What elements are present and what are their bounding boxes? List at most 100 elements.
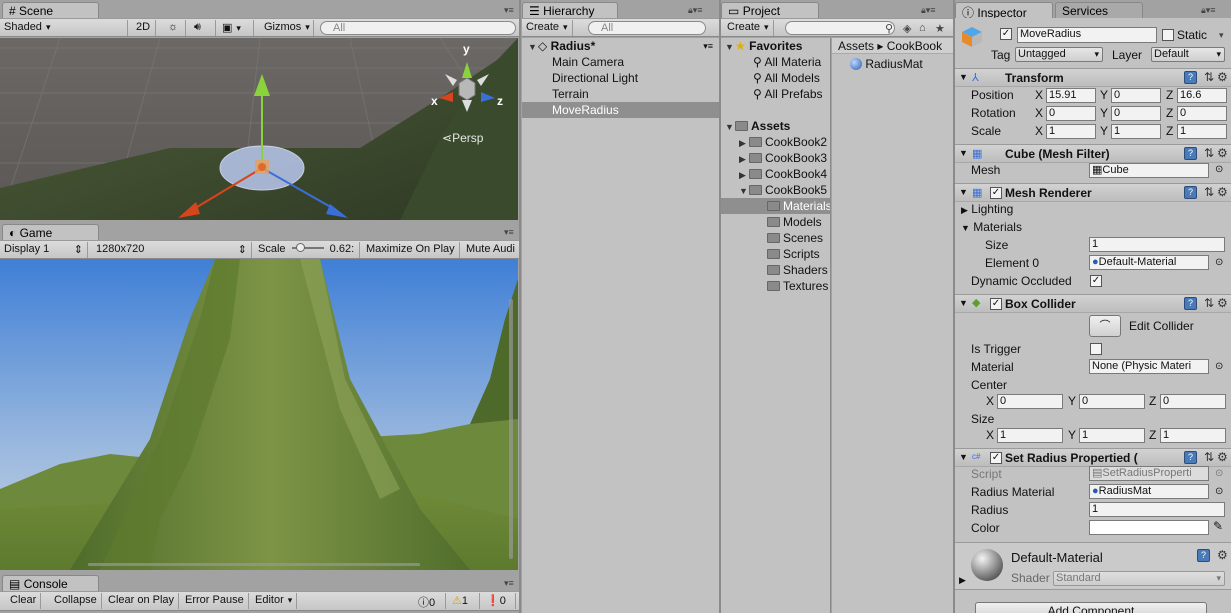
- eyedropper-icon[interactable]: ✎: [1213, 519, 1223, 533]
- edit-collider-button[interactable]: ⌒: [1089, 315, 1121, 337]
- position-x-field[interactable]: 15.91: [1046, 88, 1096, 103]
- element0-object-field[interactable]: ●Default-Material: [1089, 255, 1209, 270]
- hierarchy-item-selected[interactable]: MoveRadius: [522, 102, 719, 118]
- lighting-foldout[interactable]: ▶ Lighting: [961, 202, 1013, 217]
- collider-material-field[interactable]: None (Physic Materi: [1089, 359, 1209, 374]
- presets-icon[interactable]: ⇅: [1204, 296, 1214, 310]
- collapse-triangle-icon[interactable]: ▶: [739, 151, 749, 167]
- info-filter-toggle[interactable]: ⓘ0: [414, 593, 446, 609]
- subfolder-item[interactable]: Scripts: [721, 246, 830, 262]
- tab-project[interactable]: ▭ Project: [721, 2, 819, 19]
- file-item[interactable]: RadiusMat: [832, 56, 953, 72]
- panel-menu-icon[interactable]: ▾≡: [504, 227, 514, 238]
- filter-by-type-icon[interactable]: ⚲: [885, 22, 893, 35]
- center-z-field[interactable]: 0: [1160, 394, 1226, 409]
- expand-triangle-icon[interactable]: ▼: [959, 187, 968, 197]
- panel-divider[interactable]: [519, 0, 521, 613]
- object-picker-icon[interactable]: ⊙: [1215, 163, 1223, 177]
- mesh-renderer-header[interactable]: ▼ ▦ ✓ Mesh Renderer ? ⇅ ⚙: [955, 183, 1231, 202]
- mesh-renderer-enabled-checkbox[interactable]: ✓: [990, 187, 1002, 199]
- favorite-item[interactable]: ⚲ All Materia: [721, 54, 830, 70]
- editor-dropdown[interactable]: Editor: [251, 593, 298, 609]
- collapse-triangle-icon[interactable]: ▶: [959, 575, 966, 586]
- tag-icon[interactable]: ⌂: [919, 22, 926, 34]
- 2d-toggle[interactable]: 2D: [132, 20, 156, 36]
- audio-toggle-icon[interactable]: 🔊︎: [190, 20, 216, 36]
- scale-z-field[interactable]: 1: [1177, 124, 1227, 139]
- position-z-field[interactable]: 16.6: [1177, 88, 1227, 103]
- scene-viewport[interactable]: y x z ⋖Persp: [0, 38, 518, 220]
- lock-icon[interactable]: 🔒︎▾≡: [921, 5, 936, 16]
- center-x-field[interactable]: 0: [997, 394, 1063, 409]
- scale-slider[interactable]: Scale 0.62:: [254, 242, 360, 258]
- help-book-icon[interactable]: ?: [1184, 71, 1197, 84]
- persp-label[interactable]: ⋖Persp: [442, 131, 483, 145]
- script-component-header[interactable]: ▼ c# ✓ Set Radius Propertied ( ? ⇅ ⚙: [955, 448, 1231, 467]
- rotation-y-field[interactable]: 0: [1111, 106, 1161, 121]
- panel-menu-icon[interactable]: ▾≡: [504, 578, 514, 589]
- color-swatch-field[interactable]: [1089, 520, 1209, 535]
- error-pause-button[interactable]: Error Pause: [181, 593, 249, 609]
- expand-triangle-icon[interactable]: ▼: [528, 39, 538, 55]
- folder-item[interactable]: ▶ CookBook4: [721, 166, 830, 182]
- scale-x-field[interactable]: 1: [1046, 124, 1096, 139]
- is-trigger-checkbox[interactable]: [1090, 343, 1102, 355]
- console-clear-button[interactable]: Clear: [6, 593, 42, 609]
- subfolder-item[interactable]: Scenes: [721, 230, 830, 246]
- folder-item[interactable]: ▶ CookBook2: [721, 134, 830, 150]
- object-picker-icon[interactable]: ⊙: [1215, 360, 1223, 374]
- box-collider-header[interactable]: ▼ ◆ ✓ Box Collider ? ⇅ ⚙: [955, 294, 1231, 313]
- tab-inspector[interactable]: ⓘ Inspector: [955, 2, 1053, 20]
- assets-row[interactable]: ▼ Assets: [721, 118, 830, 134]
- layer-dropdown[interactable]: Default ▾: [1151, 47, 1225, 62]
- display-dropdown[interactable]: Display 1 ⇕: [0, 242, 88, 258]
- materials-size-field[interactable]: 1: [1089, 237, 1225, 252]
- dynamic-occluded-checkbox[interactable]: ✓: [1090, 275, 1102, 287]
- tab-game[interactable]: ◐ Game: [2, 224, 99, 241]
- lighting-toggle-icon[interactable]: ☼: [164, 20, 186, 36]
- filter-by-label-icon[interactable]: ◈: [903, 22, 911, 35]
- subfolder-item[interactable]: Models: [721, 214, 830, 230]
- help-book-icon[interactable]: ?: [1184, 186, 1197, 199]
- collapse-button[interactable]: Collapse: [50, 593, 102, 609]
- rotation-x-field[interactable]: 0: [1046, 106, 1096, 121]
- help-book-icon[interactable]: ?: [1184, 451, 1197, 464]
- favorites-row[interactable]: ▼★ Favorites: [721, 38, 830, 54]
- hierarchy-search-input[interactable]: All: [588, 21, 706, 35]
- mesh-filter-header[interactable]: ▼ ▦ Cube (Mesh Filter) ? ⇅ ⚙: [955, 144, 1231, 163]
- scale-thumb[interactable]: [295, 243, 305, 252]
- error-filter-toggle[interactable]: ❗0: [482, 593, 516, 609]
- tab-console[interactable]: ▤ Console: [2, 575, 99, 592]
- hierarchy-item[interactable]: Directional Light: [522, 70, 719, 86]
- object-name-field[interactable]: MoveRadius: [1017, 27, 1157, 43]
- object-picker-icon[interactable]: ⊙: [1215, 256, 1223, 270]
- help-book-icon[interactable]: ?: [1184, 297, 1197, 310]
- gear-icon[interactable]: ⚙: [1217, 146, 1228, 160]
- expand-triangle-icon[interactable]: ▼: [725, 119, 735, 135]
- tab-scene[interactable]: # Scene: [2, 2, 99, 19]
- object-picker-icon[interactable]: ⊙: [1215, 485, 1223, 499]
- tag-dropdown[interactable]: Untagged ▾: [1015, 47, 1103, 62]
- presets-icon[interactable]: ⇅: [1204, 450, 1214, 464]
- scale-y-field[interactable]: 1: [1111, 124, 1161, 139]
- collapse-triangle-icon[interactable]: ▶: [739, 135, 749, 151]
- expand-triangle-icon[interactable]: ▼: [959, 148, 968, 158]
- collapse-triangle-icon[interactable]: ▶: [739, 167, 749, 183]
- mesh-object-field[interactable]: ▦Cube: [1089, 163, 1209, 178]
- gear-icon[interactable]: ⚙: [1217, 450, 1228, 464]
- lock-icon[interactable]: 🔒︎▾≡: [1201, 5, 1216, 16]
- presets-icon[interactable]: ⇅: [1204, 146, 1214, 160]
- tab-hierarchy[interactable]: ☰ Hierarchy: [522, 2, 618, 19]
- scale-track[interactable]: [291, 243, 324, 252]
- folder-item[interactable]: ▶ CookBook3: [721, 150, 830, 166]
- expand-triangle-icon[interactable]: ▼: [739, 183, 749, 199]
- scene-menu-icon[interactable]: ▾≡: [703, 38, 713, 54]
- presets-icon[interactable]: ⇅: [1204, 70, 1214, 84]
- panel-menu-icon[interactable]: ▾≡: [504, 5, 514, 16]
- folder-item[interactable]: ▼ CookBook5: [721, 182, 830, 198]
- position-y-field[interactable]: 0: [1111, 88, 1161, 103]
- shading-dropdown[interactable]: Shaded: [0, 20, 128, 36]
- static-dropdown-icon[interactable]: ▾: [1219, 30, 1224, 41]
- hierarchy-item[interactable]: Main Camera: [522, 54, 719, 70]
- breadcrumb-item[interactable]: CookBook: [887, 39, 942, 53]
